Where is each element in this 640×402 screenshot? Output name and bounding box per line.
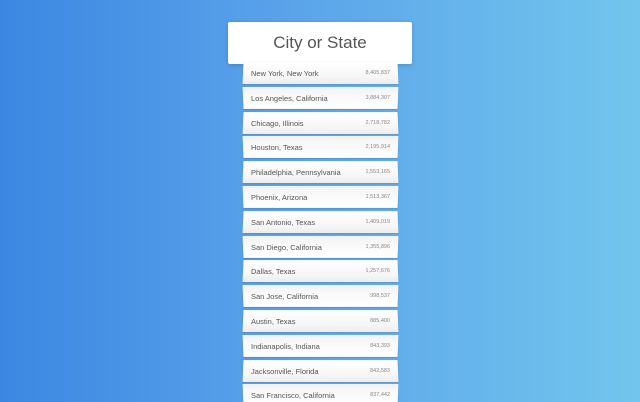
suggestion-item[interactable]: Houston, Texas 2,195,914 (243, 136, 399, 158)
suggestion-population: 1,553,165 (365, 169, 390, 175)
suggestion-population: 3,884,307 (365, 95, 390, 101)
suggestion-population: 1,513,367 (365, 194, 390, 200)
suggestion-population: 1,257,676 (365, 268, 390, 274)
suggestion-item[interactable]: Philadelphia, Pennsylvania 1,553,165 (243, 161, 399, 183)
suggestion-name: Chicago, Illinois (251, 118, 304, 127)
suggestion-name: Philadelphia, Pennsylvania (251, 168, 341, 177)
suggestion-name: Jacksonville, Florida (251, 366, 319, 375)
suggestion-population: 885,400 (370, 318, 390, 324)
suggestion-item[interactable]: Chicago, Illinois 2,718,782 (243, 112, 399, 134)
suggestion-population: 1,409,019 (365, 219, 390, 225)
suggestion-item[interactable]: Phoenix, Arizona 1,513,367 (243, 186, 399, 208)
suggestion-name: San Francisco, California (251, 391, 335, 400)
suggestion-name: Los Angeles, California (251, 93, 328, 102)
suggestion-population: 842,583 (370, 368, 390, 374)
suggestion-item[interactable]: New York, New York 8,405,837 (243, 62, 399, 84)
suggestion-population: 2,195,914 (365, 144, 390, 150)
suggestion-name: Phoenix, Arizona (251, 192, 307, 201)
suggestion-item[interactable]: San Francisco, California 837,442 (243, 384, 399, 402)
suggestions-list: New York, New York 8,405,837 Los Angeles… (243, 62, 398, 402)
suggestion-name: San Diego, California (251, 242, 322, 251)
suggestion-name: Houston, Texas (251, 143, 303, 152)
suggestion-population: 998,537 (370, 293, 390, 299)
suggestion-population: 2,718,782 (365, 120, 390, 126)
suggestion-name: Indianapolis, Indiana (251, 341, 320, 350)
suggestion-item[interactable]: San Jose, California 998,537 (243, 285, 399, 307)
suggestion-name: New York, New York (251, 69, 319, 78)
suggestion-population: 8,405,837 (365, 70, 390, 76)
suggestion-name: San Jose, California (251, 292, 318, 301)
suggestion-item[interactable]: San Diego, California 1,355,896 (243, 236, 399, 258)
suggestion-item[interactable]: Austin, Texas 885,400 (243, 310, 399, 332)
suggestion-name: Austin, Texas (251, 316, 296, 325)
suggestion-item[interactable]: Jacksonville, Florida 842,583 (243, 360, 399, 382)
suggestion-item[interactable]: Indianapolis, Indiana 843,393 (243, 335, 399, 357)
suggestion-item[interactable]: San Antonio, Texas 1,409,019 (243, 211, 399, 233)
suggestion-population: 1,355,896 (365, 244, 390, 250)
search-input[interactable] (228, 22, 412, 64)
suggestion-item[interactable]: Los Angeles, California 3,884,307 (243, 87, 399, 109)
suggestion-population: 837,442 (370, 392, 390, 398)
suggestion-name: San Antonio, Texas (251, 217, 315, 226)
search-form (228, 22, 412, 64)
suggestion-name: Dallas, Texas (251, 267, 296, 276)
suggestion-item[interactable]: Dallas, Texas 1,257,676 (243, 260, 399, 282)
suggestion-population: 843,393 (370, 343, 390, 349)
